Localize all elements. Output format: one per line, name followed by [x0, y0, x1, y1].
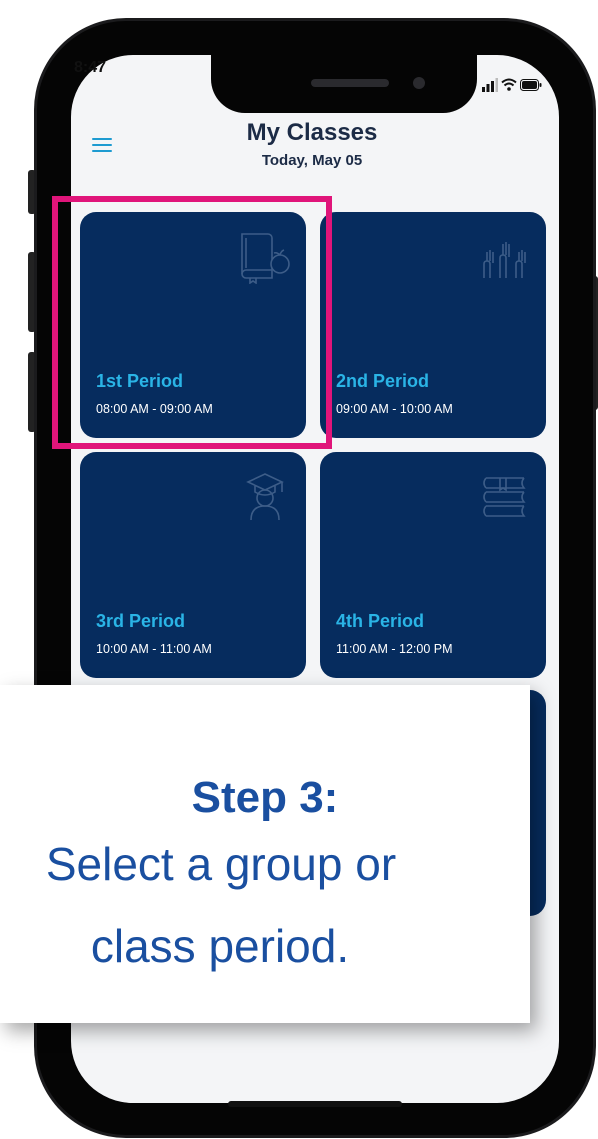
graduate-icon — [246, 473, 284, 521]
speaker — [311, 79, 389, 87]
callout-line-1: Select a group or — [45, 838, 397, 890]
raised-hands-icon — [483, 242, 526, 278]
class-card-4th-period[interactable]: 4th Period 11:00 AM - 12:00 PM — [320, 452, 546, 678]
selection-highlight — [52, 196, 332, 449]
page-title: My Classes — [246, 119, 378, 146]
class-name: 4th Period — [336, 611, 425, 631]
class-time: 10:00 AM - 11:00 AM — [96, 642, 212, 656]
notch — [211, 55, 477, 113]
status-icons — [478, 78, 542, 94]
signal-icon — [482, 78, 498, 92]
status-time: 8:47 — [74, 59, 107, 76]
battery-icon — [520, 79, 542, 91]
wifi-icon — [501, 78, 517, 91]
class-card-2nd-period[interactable]: 2nd Period 09:00 AM - 10:00 AM — [320, 212, 546, 438]
home-indicator — [228, 1101, 402, 1107]
instruction-callout: Step 3: Select a group or class period. — [0, 685, 530, 1023]
page-date: Today, May 05 — [261, 152, 363, 169]
class-card-3rd-period[interactable]: 3rd Period 10:00 AM - 11:00 AM — [80, 452, 306, 678]
class-name: 2nd Period — [336, 371, 430, 391]
book-stack-icon — [483, 477, 526, 517]
class-time: 09:00 AM - 10:00 AM — [336, 402, 453, 416]
callout-step: Step 3: — [191, 773, 339, 822]
camera — [413, 77, 425, 89]
class-name: 3rd Period — [96, 611, 186, 631]
class-time: 11:00 AM - 12:00 PM — [336, 642, 453, 656]
callout-line-2: class period. — [90, 920, 350, 972]
